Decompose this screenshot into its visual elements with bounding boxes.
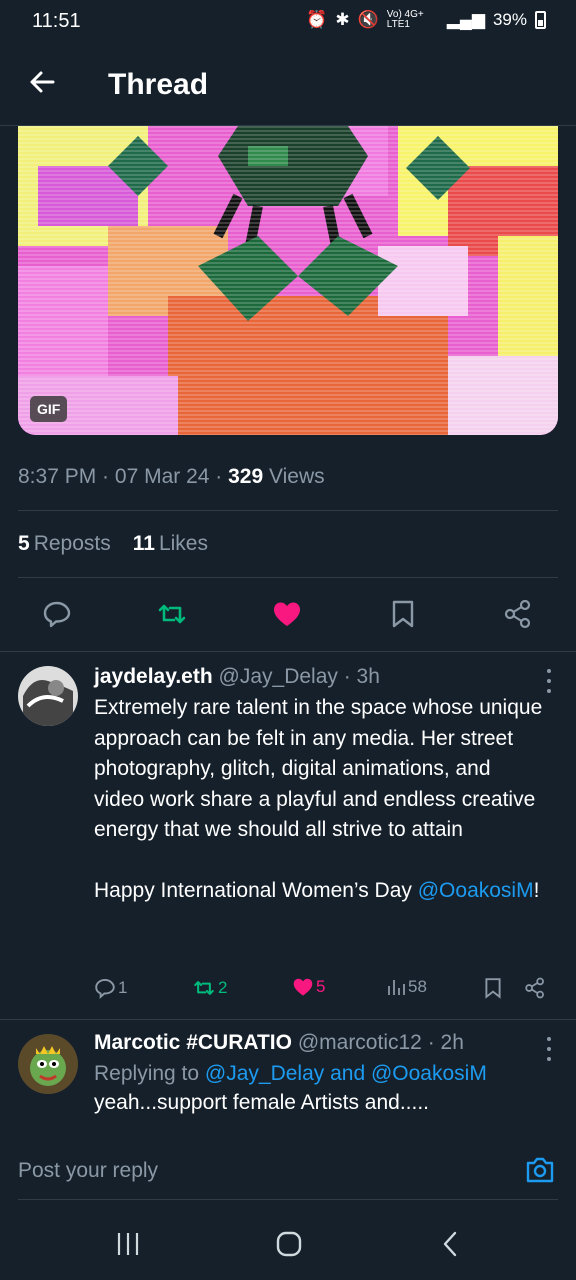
reposts-stat[interactable]: 5 Reposts — [18, 532, 111, 556]
bluetooth-icon: ✱ — [335, 10, 350, 29]
heart-filled-icon — [293, 978, 313, 996]
status-time: 11:51 — [32, 10, 81, 32]
mention-link[interactable]: @OoakosiM — [418, 879, 534, 902]
avatar-image — [18, 666, 78, 726]
status-icons: ⏰ ✱ 🔇 Vo) 4G+ LTE1 ▂▄▆ 39% — [306, 10, 546, 30]
reply-time: · 2h — [421, 1031, 464, 1054]
reply-author-handle[interactable]: @Jay_Delay — [219, 665, 338, 688]
avatar-image — [18, 1034, 78, 1094]
gif-badge: GIF — [30, 396, 68, 422]
replying-to-links[interactable]: @Jay_Delay and @OoakosiM — [205, 1062, 487, 1085]
reply-bookmark-button[interactable] — [483, 977, 503, 999]
reply-author-name[interactable]: jaydelay.eth — [94, 665, 213, 688]
back-icon[interactable] — [440, 1230, 460, 1258]
views-icon — [388, 980, 405, 995]
repost-icon — [158, 604, 186, 624]
repost-icon — [194, 981, 214, 995]
reply-text-prefix: Happy International Women’s Day — [94, 878, 418, 902]
tweet-stats: 5 Reposts 11 Likes — [18, 532, 208, 556]
reply-text-second: Happy International Women’s Day @Ooakosi… — [94, 876, 544, 907]
meta-separator: · — [209, 465, 229, 488]
share-icon — [504, 599, 531, 629]
reply-count: 1 — [118, 978, 128, 997]
views-label: Views — [263, 465, 325, 488]
alarm-icon: ⏰ — [306, 10, 328, 29]
divider — [18, 510, 558, 511]
reply-item[interactable]: Marcotic #CURATIO @marcotic12 · 2h Reply… — [0, 1019, 576, 1133]
reply-text: yeah...support female Artists and..... — [94, 1091, 430, 1114]
divider — [18, 577, 558, 578]
bookmark-icon — [485, 978, 501, 999]
reply-like-button[interactable]: 5 — [292, 977, 325, 997]
tweet-action-bar — [0, 592, 576, 636]
replying-to: Replying to @Jay_Delay and @OoakosiM — [94, 1062, 544, 1086]
reply-action-bar: 1 2 5 58 — [94, 977, 554, 1007]
repost-button[interactable] — [150, 592, 194, 636]
reposts-count: 5 — [18, 532, 30, 555]
reply-input[interactable]: Post your reply — [18, 1159, 158, 1183]
reposts-label: Reposts — [33, 532, 111, 555]
like-button[interactable] — [265, 592, 309, 636]
battery-percent: 39% — [492, 10, 527, 29]
reply-author-name[interactable]: Marcotic #CURATIO — [94, 1031, 292, 1054]
likes-label: Likes — [158, 532, 208, 555]
tweet-meta: 8:37 PM · 07 Mar 24 · 329 Views — [18, 465, 325, 489]
views-count: 58 — [408, 977, 427, 996]
thread-header: Thread — [0, 44, 576, 126]
avatar[interactable] — [18, 666, 78, 726]
camera-icon[interactable] — [524, 1155, 556, 1185]
likes-stat[interactable]: 11 Likes — [133, 532, 208, 556]
reply-text: Extremely rare talent in the space whose… — [94, 696, 543, 841]
signal-icon: ▂▄▆ — [446, 10, 485, 29]
system-nav-bar — [0, 1213, 576, 1280]
divider — [18, 1199, 558, 1200]
reply-body: Marcotic #CURATIO @marcotic12 · 2h Reply… — [94, 1031, 544, 1119]
meta-separator: · — [96, 465, 115, 488]
share-icon — [525, 977, 544, 999]
reply-header: Marcotic #CURATIO @marcotic12 · 2h — [94, 1031, 544, 1055]
back-arrow-icon[interactable] — [26, 66, 58, 98]
repost-count: 2 — [218, 978, 228, 997]
reply-icon — [95, 978, 115, 999]
like-count: 5 — [316, 977, 326, 996]
bookmark-icon — [392, 600, 414, 628]
replying-prefix: Replying to — [94, 1062, 205, 1085]
reply-time: · 3h — [337, 665, 380, 688]
reply-item[interactable]: jaydelay.eth @Jay_Delay · 3h Extremely r… — [0, 651, 576, 1019]
reply-header: jaydelay.eth @Jay_Delay · 3h — [94, 665, 544, 689]
heart-filled-icon — [274, 602, 300, 626]
more-options-icon[interactable] — [544, 669, 554, 693]
reply-repost-button[interactable]: 2 — [192, 977, 227, 999]
reply-body: jaydelay.eth @Jay_Delay · 3h Extremely r… — [94, 665, 544, 906]
reply-composer: Post your reply — [0, 1133, 576, 1213]
home-icon[interactable] — [275, 1230, 303, 1258]
share-button[interactable] — [496, 592, 540, 636]
tweet-time: 8:37 PM — [18, 465, 97, 488]
reply-author-handle[interactable]: @marcotic12 — [298, 1031, 422, 1054]
more-options-icon[interactable] — [544, 1037, 554, 1061]
avatar[interactable] — [18, 1034, 78, 1094]
reply-share-button[interactable] — [524, 977, 546, 999]
reply-icon — [43, 601, 71, 628]
reply-views-button[interactable]: 58 — [386, 977, 427, 997]
page-title: Thread — [108, 68, 209, 101]
likes-count: 11 — [132, 532, 155, 555]
network-label: Vo) 4G+ LTE1 — [386, 9, 424, 30]
reply-reply-button[interactable]: 1 — [94, 977, 127, 999]
reply-button[interactable] — [35, 592, 79, 636]
mute-icon: 🔇 — [357, 10, 379, 29]
status-bar: 11:51 ⏰ ✱ 🔇 Vo) 4G+ LTE1 ▂▄▆ 39% — [0, 0, 576, 44]
battery-icon — [535, 11, 546, 29]
recents-icon[interactable] — [116, 1231, 140, 1257]
gif-artwork — [18, 126, 558, 435]
bookmark-button[interactable] — [381, 592, 425, 636]
tweet-date: 07 Mar 24 — [114, 465, 210, 488]
reply-text-suffix: ! — [533, 878, 540, 902]
views-count: 329 — [228, 465, 264, 488]
gif-media[interactable]: GIF — [18, 126, 558, 435]
